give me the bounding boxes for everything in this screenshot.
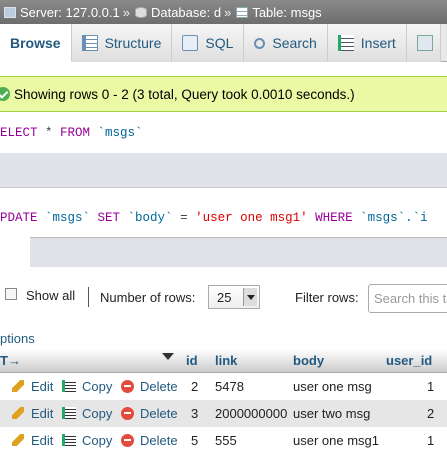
cell-user-id[interactable]: 2 [427, 406, 434, 421]
sql-query-toolbar [0, 153, 447, 187]
cell-link[interactable]: 555 [215, 433, 237, 448]
table-row: Edit Copy Delete 3 2000000000 user two m… [0, 400, 447, 427]
show-all-label[interactable]: Show all [26, 288, 75, 303]
database-icon [134, 6, 147, 18]
column-toggle[interactable]: T→ [0, 353, 21, 368]
cell-id[interactable]: 5 [191, 433, 198, 448]
search-icon [254, 37, 266, 49]
breadcrumb-separator: » [224, 4, 232, 20]
filter-rows-input[interactable] [368, 284, 447, 313]
divider [88, 287, 89, 307]
tab-search[interactable]: Search [244, 24, 328, 62]
sql-keyword: SET [97, 211, 121, 225]
copy-icon [62, 434, 76, 446]
edit-link[interactable]: Edit [31, 433, 53, 448]
table-header: T→ id link body user_id [0, 349, 447, 373]
tab-insert[interactable]: Insert [327, 24, 407, 62]
sql-star: * [37, 126, 61, 140]
column-header-link[interactable]: link [215, 353, 237, 368]
success-check-icon [0, 87, 10, 101]
cell-user-id[interactable]: 1 [427, 433, 434, 448]
sql-keyword: WHERE [307, 211, 353, 225]
cell-id[interactable]: 3 [191, 406, 198, 421]
cell-body[interactable]: user one msg [293, 379, 372, 394]
breadcrumb: Server: 127.0.0.1 » Database: d » Table:… [0, 0, 447, 24]
copy-icon [62, 407, 76, 419]
insert-icon [337, 35, 354, 51]
tab-insert-label: Insert [360, 35, 396, 51]
delete-link[interactable]: Delete [140, 406, 178, 421]
cell-user-id[interactable]: 1 [427, 379, 434, 394]
pencil-icon [12, 407, 24, 419]
cell-link[interactable]: 2000000000 [215, 406, 287, 421]
cell-id[interactable]: 2 [191, 379, 198, 394]
table-row: Edit Copy Delete 5 555 user one msg1 1 [0, 427, 447, 454]
tab-sql[interactable]: SQL [172, 24, 245, 62]
delete-link[interactable]: Delete [140, 433, 178, 448]
sql-keyword: ELECT [0, 126, 38, 140]
sql-string: 'user one msg1' [195, 211, 308, 225]
sql-icon [182, 35, 199, 51]
export-icon [416, 35, 433, 51]
success-message-text: Showing rows 0 - 2 (3 total, Query took … [14, 86, 355, 102]
pencil-icon [12, 380, 24, 392]
sort-arrow-icon[interactable] [162, 353, 174, 360]
options-link[interactable]: ptions [0, 331, 35, 346]
delete-icon [121, 380, 134, 393]
cell-body[interactable]: user two msg [293, 406, 370, 421]
tab-structure[interactable]: Structure [71, 24, 173, 62]
sql-operator: = [180, 211, 196, 225]
breadcrumb-separator: » [122, 4, 130, 20]
column-header-user-id[interactable]: user_id [386, 353, 432, 368]
success-message: Showing rows 0 - 2 (3 total, Query took … [0, 76, 447, 112]
sql-query-update: PDATE `msgs` SET `body` = 'user one msg1… [0, 199, 447, 237]
delete-icon [121, 407, 134, 420]
structure-icon [81, 35, 98, 51]
table-row: Edit Copy Delete 2 5478 user one msg 1 [0, 373, 447, 400]
server-icon [4, 6, 16, 18]
column-header-body[interactable]: body [293, 353, 324, 368]
copy-icon [62, 380, 76, 392]
tab-browse[interactable]: Browse [0, 24, 72, 62]
delete-link[interactable]: Delete [140, 379, 178, 394]
sql-table-name: `msgs` [37, 211, 98, 225]
breadcrumb-table[interactable]: Table: msgs [252, 5, 321, 20]
sql-column-name: `body` [120, 211, 181, 225]
sql-table-name: `msgs` [90, 126, 143, 140]
delete-icon [121, 434, 134, 447]
rows-per-page-select[interactable]: 25 [208, 285, 260, 309]
tab-structure-label: Structure [104, 35, 162, 51]
breadcrumb-database[interactable]: Database: d [151, 5, 221, 20]
filter-label: Filter rows: [295, 290, 359, 305]
copy-link[interactable]: Copy [82, 433, 112, 448]
sql-keyword: PDATE [0, 211, 38, 225]
sql-query-select: ELECT * FROM `msgs` [0, 113, 447, 153]
tab-export[interactable] [406, 24, 441, 62]
edit-link[interactable]: Edit [31, 406, 53, 421]
sql-query-toolbar [30, 237, 447, 267]
rows-per-page-value: 25 [217, 289, 232, 305]
tab-bar: Browse Structure SQL Search Insert [0, 24, 447, 62]
cell-body[interactable]: user one msg1 [293, 433, 379, 448]
copy-link[interactable]: Copy [82, 379, 112, 394]
tab-search-label: Search [272, 35, 317, 51]
divider [0, 187, 447, 199]
show-all-checkbox[interactable] [5, 288, 17, 300]
tab-sql-label: SQL [205, 35, 234, 51]
chevron-down-icon [243, 288, 257, 306]
table-icon [236, 6, 249, 18]
tab-browse-label: Browse [10, 34, 61, 51]
breadcrumb-server[interactable]: Server: 127.0.0.1 [20, 5, 120, 20]
pencil-icon [12, 434, 24, 446]
edit-link[interactable]: Edit [31, 379, 53, 394]
column-header-id[interactable]: id [186, 353, 198, 368]
rows-label: Number of rows: [100, 290, 196, 305]
cell-link[interactable]: 5478 [215, 379, 244, 394]
sql-identifier: `msgs`.`i [352, 211, 428, 225]
copy-link[interactable]: Copy [82, 406, 112, 421]
sql-keyword: FROM [60, 126, 91, 140]
